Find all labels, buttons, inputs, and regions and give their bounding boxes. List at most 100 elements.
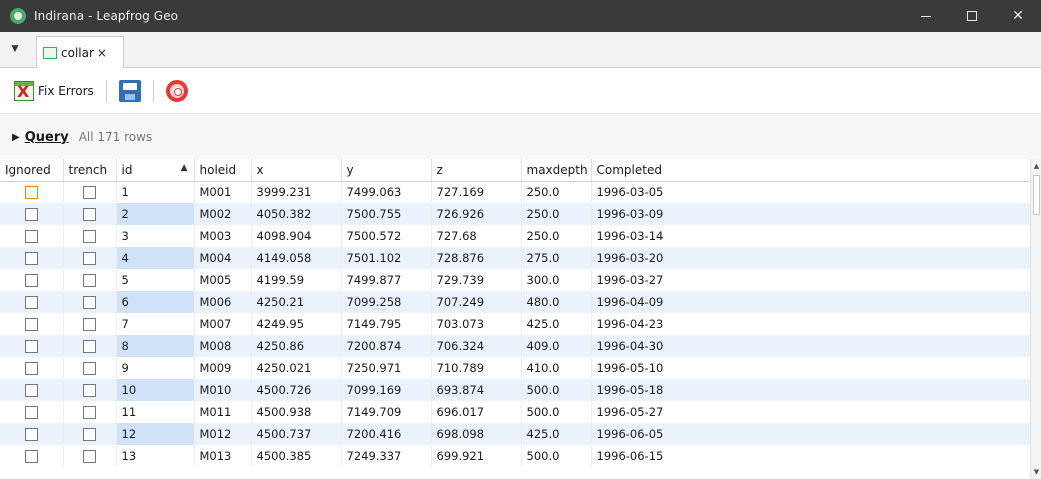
x-cell[interactable]: 4250.021 bbox=[251, 357, 342, 379]
z-cell[interactable]: 703.073 bbox=[431, 313, 522, 335]
ignored-checkbox[interactable] bbox=[24, 186, 38, 200]
close-window-button[interactable]: ✕ bbox=[995, 0, 1041, 32]
holeid-cell[interactable]: M013 bbox=[194, 445, 252, 467]
holeid-cell[interactable]: M003 bbox=[194, 225, 252, 247]
table-row[interactable]: 7 M007 4249.95 7149.795 703.073 425.0 1996-04-… bbox=[0, 313, 1030, 335]
z-cell[interactable]: 706.324 bbox=[431, 335, 522, 357]
trench-checkbox[interactable] bbox=[83, 340, 96, 353]
scroll-up-icon[interactable]: ▲ bbox=[1032, 161, 1041, 171]
column-header-completed[interactable]: Completed bbox=[591, 159, 1030, 182]
completed-cell[interactable]: 1996-04-23 bbox=[591, 313, 1030, 335]
holeid-cell[interactable]: M008 bbox=[194, 335, 252, 357]
fix-errors-button[interactable]: X Fix Errors bbox=[10, 78, 98, 104]
ignored-checkbox[interactable] bbox=[24, 406, 38, 419]
completed-cell[interactable]: 1996-06-05 bbox=[591, 423, 1030, 445]
z-cell[interactable]: 728.876 bbox=[431, 247, 522, 269]
id-cell[interactable]: 6 bbox=[116, 291, 195, 313]
maxdepth-cell[interactable]: 425.0 bbox=[521, 313, 592, 335]
column-header-x[interactable]: x bbox=[251, 159, 342, 182]
z-cell[interactable]: 707.249 bbox=[431, 291, 522, 313]
query-toggle[interactable]: Query bbox=[25, 130, 69, 145]
trench-checkbox[interactable] bbox=[83, 252, 96, 265]
id-cell[interactable]: 2 bbox=[116, 203, 195, 225]
z-cell[interactable]: 693.874 bbox=[431, 379, 522, 401]
ignored-checkbox[interactable] bbox=[24, 428, 38, 441]
ignored-checkbox[interactable] bbox=[24, 318, 38, 331]
holeid-cell[interactable]: M002 bbox=[194, 203, 252, 225]
holeid-cell[interactable]: M007 bbox=[194, 313, 252, 335]
trench-checkbox[interactable] bbox=[83, 428, 96, 441]
column-header-y[interactable]: y bbox=[341, 159, 432, 182]
table-row[interactable]: 3 M003 4098.904 7500.572 727.68 250.0 1996-03-… bbox=[0, 225, 1030, 247]
table-row[interactable]: 9 M009 4250.021 7250.971 710.789 410.0 1996-05… bbox=[0, 357, 1030, 379]
id-cell[interactable]: 7 bbox=[116, 313, 195, 335]
x-cell[interactable]: 4050.382 bbox=[251, 203, 342, 225]
holeid-cell[interactable]: M001 bbox=[194, 181, 252, 203]
vertical-scrollbar[interactable]: ▲ ▼ bbox=[1030, 159, 1041, 479]
completed-cell[interactable]: 1996-03-20 bbox=[591, 247, 1030, 269]
maxdepth-cell[interactable]: 250.0 bbox=[521, 203, 592, 225]
y-cell[interactable]: 7249.337 bbox=[341, 445, 432, 467]
ignored-checkbox[interactable] bbox=[24, 252, 38, 265]
x-cell[interactable]: 4500.385 bbox=[251, 445, 342, 467]
table-row[interactable]: 5 M005 4199.59 7499.877 729.739 300.0 1996-03-… bbox=[0, 269, 1030, 291]
maxdepth-cell[interactable]: 410.0 bbox=[521, 357, 592, 379]
trench-checkbox[interactable] bbox=[83, 362, 96, 375]
trench-checkbox[interactable] bbox=[83, 318, 96, 331]
y-cell[interactable]: 7499.877 bbox=[341, 269, 432, 291]
y-cell[interactable]: 7250.971 bbox=[341, 357, 432, 379]
table-row[interactable]: 12 M012 4500.737 7200.416 698.098 425.0 1996-0… bbox=[0, 423, 1030, 445]
maxdepth-cell[interactable]: 500.0 bbox=[521, 445, 592, 467]
maxdepth-cell[interactable]: 480.0 bbox=[521, 291, 592, 313]
column-header-ignored[interactable]: Ignored bbox=[0, 159, 64, 182]
x-cell[interactable]: 4500.726 bbox=[251, 379, 342, 401]
completed-cell[interactable]: 1996-04-09 bbox=[591, 291, 1030, 313]
maxdepth-cell[interactable]: 300.0 bbox=[521, 269, 592, 291]
ignored-checkbox[interactable] bbox=[24, 230, 38, 243]
z-cell[interactable]: 729.739 bbox=[431, 269, 522, 291]
maxdepth-cell[interactable]: 250.0 bbox=[521, 181, 592, 203]
ignored-checkbox[interactable] bbox=[24, 296, 38, 309]
ignored-checkbox[interactable] bbox=[24, 450, 38, 463]
column-header-trench[interactable]: trench bbox=[63, 159, 117, 182]
trench-checkbox[interactable] bbox=[83, 186, 96, 200]
maxdepth-cell[interactable]: 250.0 bbox=[521, 225, 592, 247]
x-cell[interactable]: 4500.938 bbox=[251, 401, 342, 423]
id-cell[interactable]: 4 bbox=[116, 247, 195, 269]
ignored-checkbox[interactable] bbox=[24, 340, 38, 353]
maxdepth-cell[interactable]: 500.0 bbox=[521, 401, 592, 423]
completed-cell[interactable]: 1996-03-27 bbox=[591, 269, 1030, 291]
y-cell[interactable]: 7500.755 bbox=[341, 203, 432, 225]
column-header-holeid[interactable]: holeid bbox=[194, 159, 252, 182]
column-header-maxdepth[interactable]: maxdepth bbox=[521, 159, 592, 182]
z-cell[interactable]: 698.098 bbox=[431, 423, 522, 445]
column-header-z[interactable]: z bbox=[431, 159, 522, 182]
holeid-cell[interactable]: M011 bbox=[194, 401, 252, 423]
holeid-cell[interactable]: M010 bbox=[194, 379, 252, 401]
completed-cell[interactable]: 1996-03-05 bbox=[591, 181, 1030, 203]
maxdepth-cell[interactable]: 275.0 bbox=[521, 247, 592, 269]
scrollbar-thumb[interactable] bbox=[1033, 175, 1040, 215]
table-row[interactable]: 2 M002 4050.382 7500.755 726.926 250.0 1996-03… bbox=[0, 203, 1030, 225]
ignored-checkbox[interactable] bbox=[24, 208, 38, 221]
id-cell[interactable]: 1 bbox=[116, 181, 195, 203]
ignored-checkbox[interactable] bbox=[24, 362, 38, 375]
y-cell[interactable]: 7500.572 bbox=[341, 225, 432, 247]
ignored-checkbox[interactable] bbox=[24, 274, 38, 287]
y-cell[interactable]: 7200.874 bbox=[341, 335, 432, 357]
id-cell[interactable]: 10 bbox=[116, 379, 195, 401]
trench-checkbox[interactable] bbox=[83, 384, 96, 397]
table-row[interactable]: 4 M004 4149.058 7501.102 728.876 275.0 1996-03… bbox=[0, 247, 1030, 269]
z-cell[interactable]: 727.169 bbox=[431, 181, 522, 203]
minimize-button[interactable] bbox=[903, 0, 949, 32]
holeid-cell[interactable]: M004 bbox=[194, 247, 252, 269]
holeid-cell[interactable]: M009 bbox=[194, 357, 252, 379]
y-cell[interactable]: 7149.795 bbox=[341, 313, 432, 335]
trench-checkbox[interactable] bbox=[83, 208, 96, 221]
completed-cell[interactable]: 1996-03-09 bbox=[591, 203, 1030, 225]
z-cell[interactable]: 726.926 bbox=[431, 203, 522, 225]
x-cell[interactable]: 4149.058 bbox=[251, 247, 342, 269]
expand-arrow-icon[interactable]: ▶ bbox=[12, 132, 20, 143]
z-cell[interactable]: 696.017 bbox=[431, 401, 522, 423]
scroll-down-icon[interactable]: ▼ bbox=[1032, 467, 1041, 477]
